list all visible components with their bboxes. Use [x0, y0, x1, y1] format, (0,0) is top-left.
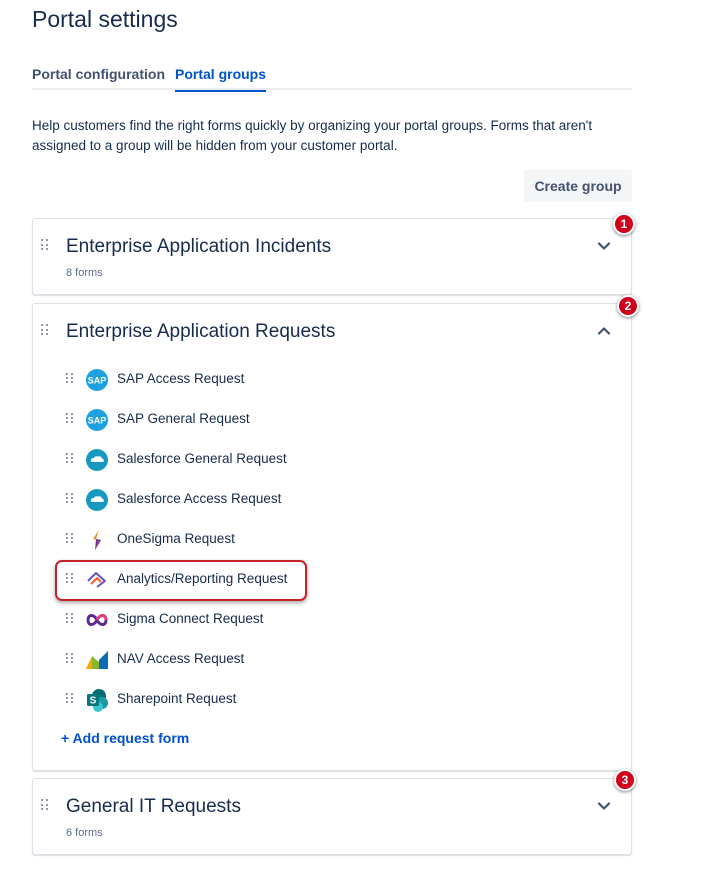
annotation-badge: 1: [613, 213, 635, 235]
sap-icon: SAP: [86, 409, 108, 431]
chevron-down-icon[interactable]: [595, 237, 613, 255]
list-item-label[interactable]: Sharepoint Request: [117, 691, 236, 706]
onesigma-icon: [93, 530, 101, 550]
list-item[interactable]: Salesforce General Request: [33, 439, 631, 479]
drag-handle-icon[interactable]: [66, 693, 74, 703]
chevron-down-icon[interactable]: [595, 797, 613, 815]
group-title: General IT Requests: [66, 796, 241, 817]
sharepoint-icon: S: [87, 689, 108, 712]
create-group-button[interactable]: Create group: [524, 170, 632, 202]
drag-handle-icon[interactable]: [66, 453, 74, 463]
list-item-label[interactable]: Salesforce General Request: [117, 451, 287, 466]
list-item-label[interactable]: SAP Access Request: [117, 371, 244, 386]
group-card: General IT Requests 6 forms: [32, 778, 632, 855]
group-form-count: 8 forms: [66, 267, 103, 279]
chevron-up-icon[interactable]: [595, 322, 613, 340]
drag-handle-icon[interactable]: [66, 493, 74, 503]
list-item[interactable]: OneSigma Request: [33, 519, 631, 559]
drag-handle-icon[interactable]: [66, 613, 74, 623]
drag-handle-icon[interactable]: [41, 324, 49, 336]
dynamics-nav-icon: [86, 651, 108, 669]
list-item[interactable]: Sigma Connect Request: [33, 599, 631, 639]
svg-text:S: S: [90, 696, 97, 707]
svg-text:SAP: SAP: [88, 376, 107, 386]
tab-portal-groups[interactable]: Portal groups: [175, 66, 267, 92]
page-title: Portal settings: [32, 6, 178, 32]
help-text: Help customers find the right forms quic…: [32, 118, 593, 153]
group-form-count: 6 forms: [66, 827, 103, 839]
group-card: Enterprise Application Requests SAP SAP …: [32, 303, 632, 771]
salesforce-icon: [86, 489, 108, 511]
drag-handle-icon[interactable]: [66, 533, 74, 543]
annotation-badge: 3: [614, 769, 636, 791]
list-item-label[interactable]: OneSigma Request: [117, 531, 235, 546]
drag-handle-icon[interactable]: [41, 799, 49, 811]
drag-handle-icon[interactable]: [41, 239, 49, 251]
add-request-form-link[interactable]: + Add request form: [61, 730, 189, 746]
drag-handle-icon[interactable]: [66, 373, 74, 383]
sap-icon: SAP: [86, 369, 108, 391]
tab-bar: Portal configuration Portal groups: [32, 66, 632, 92]
list-item[interactable]: NAV Access Request: [33, 639, 631, 679]
highlight-box: [55, 560, 307, 601]
tab-portal-configuration[interactable]: Portal configuration: [32, 66, 165, 90]
list-item-label[interactable]: Sigma Connect Request: [117, 611, 263, 626]
list-item[interactable]: S Sharepoint Request: [33, 679, 631, 719]
list-item[interactable]: SAP SAP Access Request: [33, 359, 631, 399]
drag-handle-icon[interactable]: [66, 653, 74, 663]
annotation-badge: 2: [617, 295, 639, 317]
group-card: Enterprise Application Incidents 8 forms: [32, 218, 632, 295]
drag-handle-icon[interactable]: [66, 413, 74, 423]
list-item[interactable]: Salesforce Access Request: [33, 479, 631, 519]
list-item-label[interactable]: SAP General Request: [117, 411, 250, 426]
svg-text:SAP: SAP: [88, 416, 107, 426]
salesforce-icon: [86, 449, 108, 471]
list-item-label[interactable]: Salesforce Access Request: [117, 491, 281, 506]
list-item-label[interactable]: NAV Access Request: [117, 651, 244, 666]
group-title: Enterprise Application Requests: [66, 321, 336, 342]
sigma-connect-icon: [86, 614, 108, 626]
group-title: Enterprise Application Incidents: [66, 236, 332, 257]
list-item[interactable]: SAP SAP General Request: [33, 399, 631, 439]
